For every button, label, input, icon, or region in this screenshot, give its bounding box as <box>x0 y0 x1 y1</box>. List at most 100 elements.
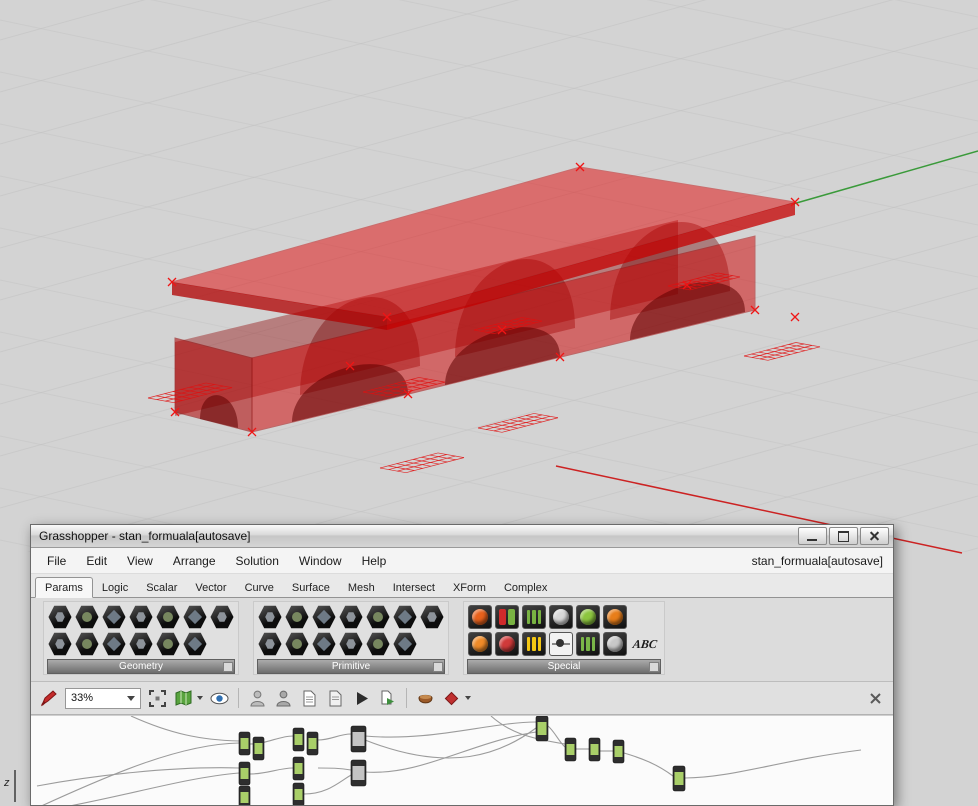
minimize-button[interactable] <box>798 527 827 545</box>
geometry-param-icon[interactable] <box>74 631 100 657</box>
menu-arrange[interactable]: Arrange <box>163 551 226 571</box>
maximize-button[interactable] <box>829 527 858 545</box>
primitive-param-icon[interactable] <box>284 631 310 657</box>
node-graph[interactable] <box>31 716 891 805</box>
gallery-statue-icon[interactable] <box>248 689 267 708</box>
text-param-icon[interactable]: ABC <box>627 633 662 655</box>
preview-mode-icon[interactable] <box>442 689 461 708</box>
special-param-icon[interactable] <box>522 632 546 656</box>
gh-node[interactable] <box>588 737 601 762</box>
special-param-icon[interactable] <box>603 632 627 656</box>
primitive-param-icon[interactable] <box>392 631 418 657</box>
document-icon[interactable] <box>300 689 319 708</box>
primitive-param-icon[interactable] <box>257 604 283 630</box>
gh-node[interactable] <box>350 725 367 753</box>
gh-node[interactable] <box>238 785 251 805</box>
menu-help[interactable]: Help <box>352 551 397 571</box>
tab-logic[interactable]: Logic <box>93 578 137 597</box>
menu-file[interactable]: File <box>37 551 76 571</box>
gh-node[interactable] <box>252 736 265 761</box>
tab-intersect[interactable]: Intersect <box>384 578 444 597</box>
menu-solution[interactable]: Solution <box>226 551 289 571</box>
geometry-param-icon[interactable] <box>155 604 181 630</box>
special-param-icon[interactable] <box>549 605 573 629</box>
gh-node[interactable] <box>535 716 549 742</box>
tab-complex[interactable]: Complex <box>495 578 556 597</box>
tab-scalar[interactable]: Scalar <box>137 578 186 597</box>
canvas-close-icon[interactable] <box>866 689 885 708</box>
panel-label-geometry[interactable]: Geometry <box>47 659 235 674</box>
preview-dropdown-arrow[interactable] <box>465 696 471 700</box>
zoom-control[interactable]: 33% <box>65 687 141 709</box>
gh-node[interactable] <box>612 739 625 764</box>
menu-window[interactable]: Window <box>289 551 352 571</box>
primitive-param-icon[interactable] <box>392 604 418 630</box>
panel-menu-corner[interactable] <box>433 662 443 672</box>
panel-label-primitive[interactable]: Primitive <box>257 659 445 674</box>
panel-menu-corner[interactable] <box>223 662 233 672</box>
gh-node[interactable] <box>292 727 305 752</box>
geometry-param-icon[interactable] <box>47 631 73 657</box>
sketch-tool-icon[interactable] <box>39 689 58 708</box>
primitive-param-icon[interactable] <box>257 631 283 657</box>
special-param-icon[interactable] <box>522 605 546 629</box>
menu-view[interactable]: View <box>117 551 163 571</box>
geometry-param-icon[interactable] <box>47 604 73 630</box>
bake-icon[interactable] <box>416 689 435 708</box>
special-param-icon[interactable] <box>495 632 519 656</box>
tab-vector[interactable]: Vector <box>186 578 235 597</box>
primitive-param-icon[interactable] <box>365 604 391 630</box>
panel-menu-corner[interactable] <box>649 662 659 672</box>
special-param-icon[interactable] <box>468 605 492 629</box>
geometry-param-icon[interactable] <box>182 604 208 630</box>
title-bar[interactable]: Grasshopper - stan_formuala[autosave] <box>31 525 893 548</box>
close-button[interactable] <box>860 527 889 545</box>
zoom-extents-icon[interactable] <box>148 689 167 708</box>
primitive-param-icon[interactable] <box>419 604 445 630</box>
special-param-icon[interactable] <box>603 605 627 629</box>
gh-node[interactable] <box>292 756 305 781</box>
tab-curve[interactable]: Curve <box>236 578 283 597</box>
primitive-param-icon[interactable] <box>338 631 364 657</box>
geometry-param-icon[interactable] <box>155 631 181 657</box>
primitive-param-icon[interactable] <box>311 604 337 630</box>
gh-node[interactable] <box>564 737 577 762</box>
geometry-param-icon[interactable] <box>74 604 100 630</box>
primitive-param-icon[interactable] <box>338 604 364 630</box>
gh-node[interactable] <box>238 761 251 786</box>
tab-params[interactable]: Params <box>35 577 93 598</box>
special-param-icon[interactable] <box>576 605 600 629</box>
special-param-icon[interactable] <box>468 632 492 656</box>
gh-node[interactable] <box>672 765 686 792</box>
tab-mesh[interactable]: Mesh <box>339 578 384 597</box>
document2-icon[interactable] <box>326 689 345 708</box>
gh-node[interactable] <box>292 782 305 805</box>
special-param-icon[interactable] <box>549 632 573 656</box>
menu-edit[interactable]: Edit <box>76 551 117 571</box>
tab-surface[interactable]: Surface <box>283 578 339 597</box>
preview-eye-icon[interactable] <box>210 689 229 708</box>
geometry-param-icon[interactable] <box>101 604 127 630</box>
navigation-map-icon[interactable] <box>174 689 193 708</box>
gh-node[interactable] <box>350 759 367 787</box>
gallery-statue2-icon[interactable] <box>274 689 293 708</box>
geometry-param-icon[interactable] <box>209 604 235 630</box>
special-param-icon[interactable] <box>576 632 600 656</box>
primitive-param-icon[interactable] <box>311 631 337 657</box>
geometry-param-icon[interactable] <box>128 631 154 657</box>
geometry-param-icon[interactable] <box>128 604 154 630</box>
special-param-icon[interactable] <box>495 605 519 629</box>
map-dropdown-arrow[interactable] <box>197 696 203 700</box>
solve-play-icon[interactable] <box>352 689 371 708</box>
tab-xform[interactable]: XForm <box>444 578 495 597</box>
geometry-param-icon[interactable] <box>101 631 127 657</box>
panel-label-special[interactable]: Special <box>467 659 661 674</box>
primitive-param-icon[interactable] <box>365 631 391 657</box>
recompute-icon[interactable] <box>378 689 397 708</box>
gh-node[interactable] <box>238 731 251 756</box>
primitive-param-icon[interactable] <box>284 604 310 630</box>
gh-canvas[interactable] <box>31 715 893 805</box>
grasshopper-window[interactable]: Grasshopper - stan_formuala[autosave] Fi… <box>30 524 894 806</box>
gh-node[interactable] <box>306 731 319 756</box>
zoom-dropdown-arrow[interactable] <box>127 695 135 701</box>
